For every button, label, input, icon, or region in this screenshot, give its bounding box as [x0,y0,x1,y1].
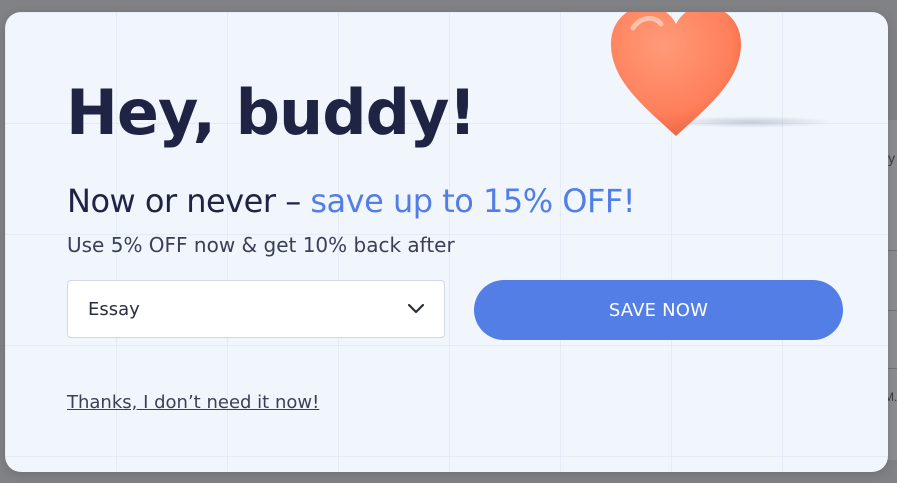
offer-headline-accent: save up to 15% OFF! [310,182,636,220]
save-now-button[interactable]: SAVE NOW [474,280,843,340]
chevron-down-icon [406,299,426,319]
paper-type-select[interactable]: Essay [67,280,445,338]
paper-type-value: Essay [88,298,140,320]
background-text-fragment: y [888,150,895,166]
heart-icon [611,12,741,136]
offer-headline: Now or never – save up to 15% OFF! [67,182,636,220]
page-title: Hey, buddy! [66,76,477,149]
decline-link[interactable]: Thanks, I don’t need it now! [67,392,319,413]
offer-details: Use 5% OFF now & get 10% back after [67,233,455,257]
promo-modal: Hey, buddy! Now or never – save up to 15… [5,12,888,472]
offer-headline-text: Now or never – [67,182,311,220]
